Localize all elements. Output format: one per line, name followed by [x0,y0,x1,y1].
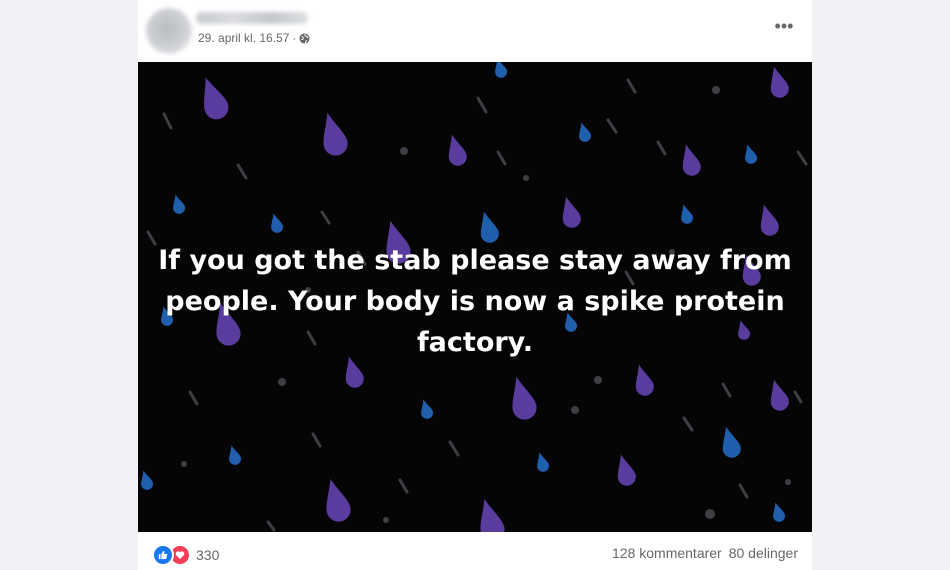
meta-separator: · [292,31,297,45]
post-image[interactable]: If you got the stab please stay away fro… [138,62,812,532]
reactions-summary[interactable]: 330 [152,544,219,566]
like-icon [152,544,174,566]
globe-icon [299,32,310,44]
comments-count-link[interactable]: 128 kommentarer [612,545,722,561]
author-name-blurred[interactable] [196,12,308,24]
post-card: 29. april kl. 16.57 · ••• If you got the… [138,0,812,570]
more-options-button[interactable]: ••• [768,14,800,38]
engagement-stats: 128 kommentarer 80 delinger [612,545,798,561]
image-caption-text: If you got the stab please stay away fro… [158,245,792,358]
post-meta: 29. april kl. 16.57 · [198,31,310,45]
post-footer: 330 128 kommentarer 80 delinger [138,532,812,570]
avatar[interactable] [146,8,192,54]
reaction-count: 330 [196,547,220,563]
shares-count-link[interactable]: 80 delinger [729,545,798,561]
post-header: 29. april kl. 16.57 · ••• [138,0,812,62]
timestamp-link[interactable]: 29. april kl. 16.57 [198,31,289,45]
